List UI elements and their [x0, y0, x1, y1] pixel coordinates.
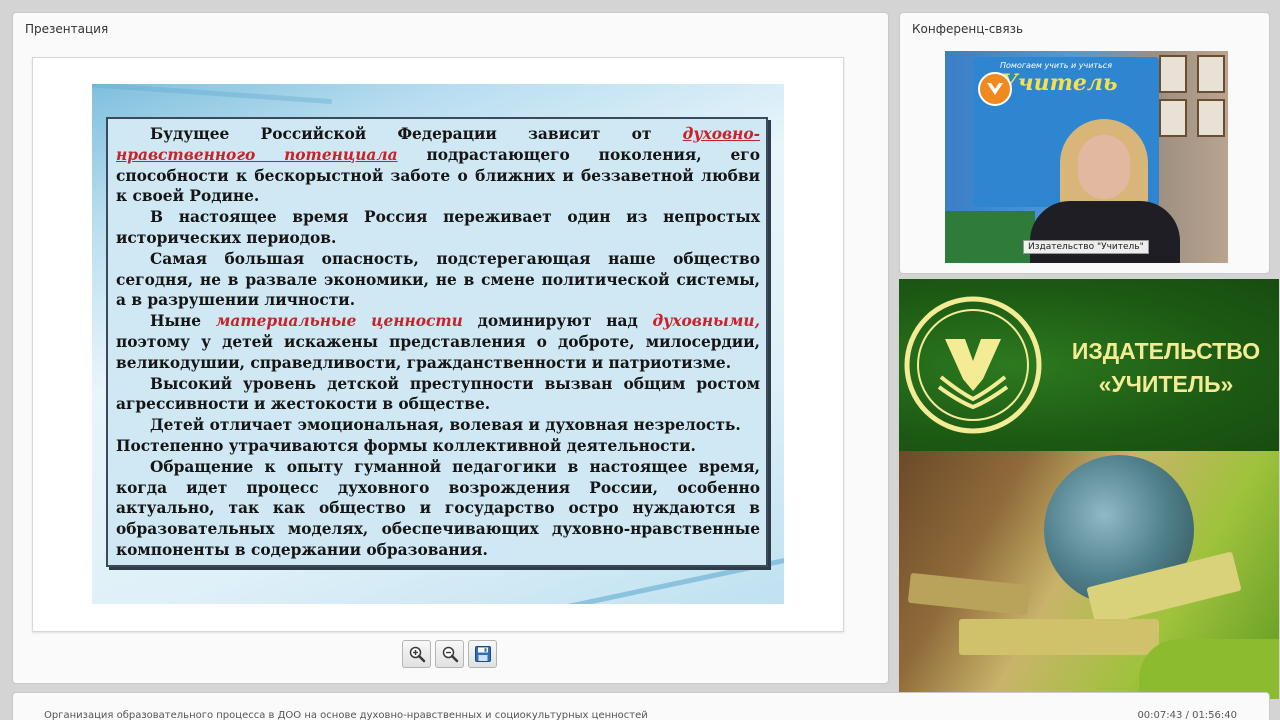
wall-frame: [1197, 99, 1225, 137]
wall-frame: [1159, 55, 1187, 93]
slide-decoration: [92, 84, 332, 105]
slide-paragraph: В настоящее время Россия переживает один…: [116, 208, 760, 247]
conference-title: Конференц-связь: [912, 22, 1024, 36]
wall-frame: [1159, 99, 1187, 137]
publisher-header: ИЗДАТЕЛЬСТВО «УЧИТЕЛЬ»: [899, 279, 1279, 451]
book-image: [1139, 639, 1279, 699]
video-caption: Издательство "Учитель": [1023, 240, 1149, 254]
publisher-name-line2: «УЧИТЕЛЬ»: [1098, 371, 1234, 397]
wall-frame: [1197, 55, 1225, 93]
presentation-panel: Презентация Будущее Российской Федерации…: [12, 12, 889, 684]
slide-paragraph: Высокий уровень детской преступности выз…: [116, 374, 760, 414]
slide: Будущее Российской Федерации зависит от …: [92, 84, 784, 604]
presentation-title: Презентация: [25, 22, 109, 36]
zoom-out-icon: [442, 646, 458, 663]
publisher-name-line1: ИЗДАТЕЛЬСТВО: [1071, 338, 1261, 364]
slide-paragraph: Будущее Российской Федерации зависит от …: [116, 125, 760, 206]
presenter-face: [1078, 135, 1130, 199]
conference-panel: Конференц-связь Помогаем учить и учиться…: [899, 12, 1270, 274]
slide-text-box: Будущее Российской Федерации зависит от …: [106, 117, 768, 567]
playback-time: 00:07:43 / 01:56:40: [1137, 710, 1237, 720]
book-image: [959, 619, 1159, 655]
zoom-in-icon: [409, 646, 425, 663]
publisher-logo-icon: [978, 72, 1012, 106]
banner-brand: Учитель: [1000, 70, 1118, 96]
course-title: Организация образовательного процесса в …: [44, 710, 648, 720]
slide-paragraph: Самая большая опасность, подстерегающая …: [116, 249, 760, 310]
slide-paragraph: Детей отличает эмоциональная, волевая и …: [150, 416, 741, 435]
slide-paragraph: Обращение к опыту гуманной педагогики в …: [116, 457, 760, 559]
publisher-emblem-icon: [904, 296, 1042, 434]
highlight-text: материальные ценности: [215, 312, 463, 331]
zoom-out-button[interactable]: [435, 640, 464, 668]
video-feed[interactable]: Помогаем учить и учиться Учитель Издател…: [945, 51, 1228, 263]
save-button[interactable]: [468, 640, 497, 668]
slide-paragraph: Постепенно утрачиваются формы коллективн…: [116, 436, 696, 455]
highlight-text: духовными,: [652, 312, 760, 331]
footer-bar: Организация образовательного процесса в …: [12, 692, 1270, 720]
video-background-strip: [945, 211, 1035, 263]
zoom-in-button[interactable]: [402, 640, 431, 668]
slide-toolbar: [402, 640, 497, 668]
slide-frame: Будущее Российской Федерации зависит от …: [32, 57, 844, 632]
publisher-banner: ИЗДАТЕЛЬСТВО «УЧИТЕЛЬ»: [899, 279, 1279, 699]
slide-paragraph: Ныне материальные ценности доминируют на…: [116, 312, 760, 372]
save-icon: [474, 646, 491, 662]
banner-slogan: Помогаем учить и учиться: [1000, 61, 1113, 70]
